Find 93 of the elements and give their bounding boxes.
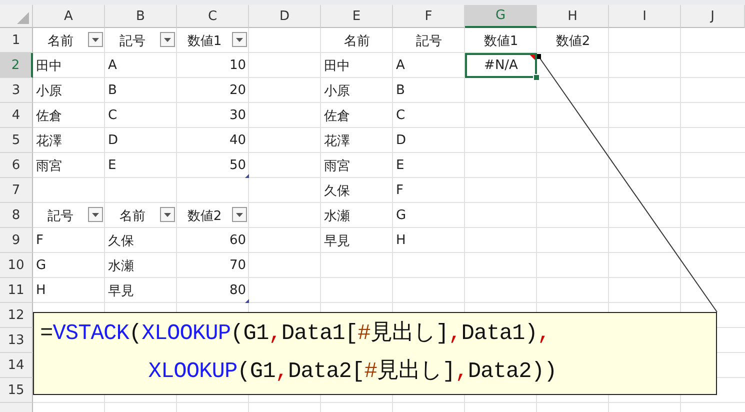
table-cell: 記号	[33, 203, 105, 228]
table-cell-text: 小原	[35, 82, 63, 100]
table-cell-text: 数値2	[554, 32, 592, 50]
table-cell-text: 10	[228, 57, 247, 75]
table-cell-text: 30	[228, 107, 247, 125]
row-header[interactable]: 12	[0, 303, 33, 328]
table-cell: 記号	[105, 28, 177, 53]
table-cell-text: D	[395, 132, 408, 150]
table-cell-text: 雨宮	[323, 158, 351, 176]
caret-icon	[236, 38, 243, 42]
table-cell-text: 田中	[35, 58, 63, 76]
row-header[interactable]: 10	[0, 253, 33, 278]
row-header[interactable]: 2	[0, 53, 33, 78]
caret-icon	[92, 212, 99, 216]
table-cell: 80	[177, 278, 249, 303]
table-cell: 名前	[33, 28, 105, 53]
table-cell: 数値2	[177, 203, 249, 228]
column-header[interactable]: J	[681, 5, 745, 28]
table-cell-text: 記号	[415, 32, 443, 50]
table-cell-text: B	[107, 82, 118, 100]
table-cell-text: F	[395, 182, 404, 200]
table-cell-text: 早見	[107, 282, 135, 300]
caret-icon	[164, 212, 171, 216]
filter-button[interactable]	[88, 32, 103, 47]
column-header[interactable]: I	[609, 5, 681, 28]
table-cell-text: A	[395, 57, 406, 75]
row-header[interactable]: 14	[0, 353, 33, 378]
column-header[interactable]: D	[249, 5, 321, 28]
table-cell-text: 佐倉	[35, 108, 63, 126]
table-cell-text: E	[395, 157, 406, 175]
row-header[interactable]: 7	[0, 178, 33, 203]
formula-line: =VSTACK(XLOOKUP(G1,Data1[#見出し],Data1),	[40, 320, 550, 348]
caret-icon	[164, 38, 171, 42]
row-header[interactable]: 3	[0, 78, 33, 103]
table-cell-text: 名前	[343, 32, 371, 50]
table-cell-text: 花澤	[35, 132, 63, 150]
table-cell-text: F	[35, 232, 44, 250]
row-header[interactable]: 11	[0, 278, 33, 303]
filter-button[interactable]	[232, 207, 247, 222]
table-resize-handle[interactable]	[245, 299, 249, 303]
table-cell-text: C	[395, 107, 406, 125]
table-cell-text: 久保	[107, 232, 135, 250]
column-header[interactable]: A	[33, 5, 105, 28]
table-cell: 数値1	[177, 28, 249, 53]
row-header[interactable]: 4	[0, 103, 33, 128]
caret-icon	[92, 38, 99, 42]
row-header[interactable]: 8	[0, 203, 33, 228]
filter-button[interactable]	[232, 32, 247, 47]
row-header[interactable]: 15	[0, 378, 33, 403]
table-cell-text: G	[35, 257, 48, 275]
table-cell-text: 40	[228, 132, 247, 150]
column-header[interactable]: C	[177, 5, 249, 28]
table-cell-text: 佐倉	[323, 108, 351, 126]
table-cell-text: C	[107, 107, 118, 125]
table-cell-text: A	[107, 57, 118, 75]
table-cell: #N/A	[465, 53, 537, 78]
row-header[interactable]: 13	[0, 328, 33, 353]
table-cell-text: 雨宮	[35, 158, 63, 176]
table-cell-text: 水瀬	[107, 258, 135, 276]
row-header[interactable]: 1	[0, 28, 33, 53]
table-cell-text: 20	[228, 82, 247, 100]
row-header[interactable]: 9	[0, 228, 33, 253]
table-cell-text: 早見	[323, 232, 351, 250]
table-cell-text: 水瀬	[323, 208, 351, 226]
column-header[interactable]: H	[537, 5, 609, 28]
table-resize-handle[interactable]	[245, 174, 249, 178]
table-cell: 名前	[105, 203, 177, 228]
filter-button[interactable]	[160, 32, 175, 47]
table-cell-text: H	[395, 232, 407, 250]
table-cell-text: 久保	[323, 182, 351, 200]
table-cell-text: 花澤	[323, 132, 351, 150]
row-header[interactable]: 5	[0, 128, 33, 153]
caret-icon	[236, 212, 243, 216]
table-cell-text: E	[107, 157, 118, 175]
column-header[interactable]: B	[105, 5, 177, 28]
column-header[interactable]: F	[393, 5, 465, 28]
table-cell-text: H	[35, 282, 47, 300]
formula-line: XLOOKUP(G1,Data2[#見出し],Data2))	[148, 358, 557, 386]
table-cell-text: 田中	[323, 58, 351, 76]
table-cell-text: 数値1	[482, 32, 520, 50]
table-cell-text: G	[395, 207, 408, 225]
fill-handle[interactable]	[533, 74, 540, 81]
table-cell-text: 70	[228, 257, 247, 275]
table-cell-text: B	[395, 82, 406, 100]
table-cell-text: 60	[228, 232, 247, 250]
table-cell-text: 小原	[323, 82, 351, 100]
table-cell-text: D	[107, 132, 120, 150]
filter-button[interactable]	[160, 207, 175, 222]
table-cell: 50	[177, 153, 249, 178]
filter-button[interactable]	[88, 207, 103, 222]
column-header[interactable]: G	[465, 5, 537, 28]
row-header[interactable]: 6	[0, 153, 33, 178]
column-header[interactable]: E	[321, 5, 393, 28]
